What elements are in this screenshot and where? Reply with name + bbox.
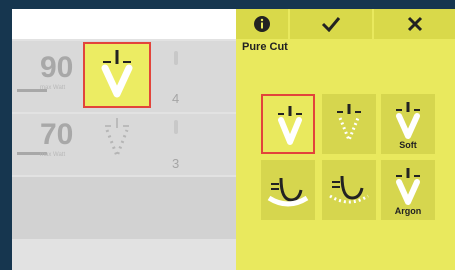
effect-bar-icon (174, 120, 178, 134)
dotted-coag-icon (329, 175, 369, 204)
watt-label: max Watt (40, 152, 66, 158)
mode-tile-soft[interactable]: Soft (381, 94, 435, 154)
info-icon (254, 16, 270, 32)
tile-label-argon: Argon (394, 206, 422, 216)
checkmark-icon (321, 17, 341, 32)
picker-toolbar (236, 9, 455, 39)
mode-tile-pure-cut[interactable] (261, 94, 315, 154)
effect-bar-icon (174, 51, 178, 65)
effect-value: 3 (172, 156, 180, 171)
dotted-cut-icon (337, 104, 361, 144)
confirm-button[interactable] (290, 9, 372, 39)
mode-tile-dotted-cut[interactable] (322, 94, 376, 154)
info-button[interactable] (236, 9, 288, 39)
mode-row-3[interactable] (12, 177, 240, 239)
coag-cup-icon (267, 177, 309, 207)
mode-tile[interactable] (89, 116, 145, 166)
close-button[interactable] (374, 9, 455, 39)
selected-mode-tile[interactable] (83, 42, 151, 108)
watt-value: 90 (40, 51, 74, 84)
mode-picker-panel: Pure Cut Soft Argon (236, 9, 455, 270)
panel-title: Pure Cut (242, 41, 288, 53)
pure-cut-icon (101, 50, 133, 98)
tile-label-soft: Soft (399, 140, 417, 150)
watt-value: 70 (40, 118, 74, 151)
mode-tile-coag[interactable] (261, 160, 315, 220)
pure-cut-icon (278, 106, 302, 145)
close-icon (407, 16, 422, 32)
watt-label: max Watt (40, 85, 66, 91)
mode-tile-dotted-coag[interactable] (322, 160, 376, 220)
mode-list-panel: 90 max Watt 4 70 max Watt 3 (12, 9, 240, 270)
dotted-cut-icon (105, 118, 129, 161)
effect-value: 4 (172, 91, 180, 106)
mode-tile-argon[interactable]: Argon (381, 160, 435, 220)
list-header (12, 9, 240, 39)
